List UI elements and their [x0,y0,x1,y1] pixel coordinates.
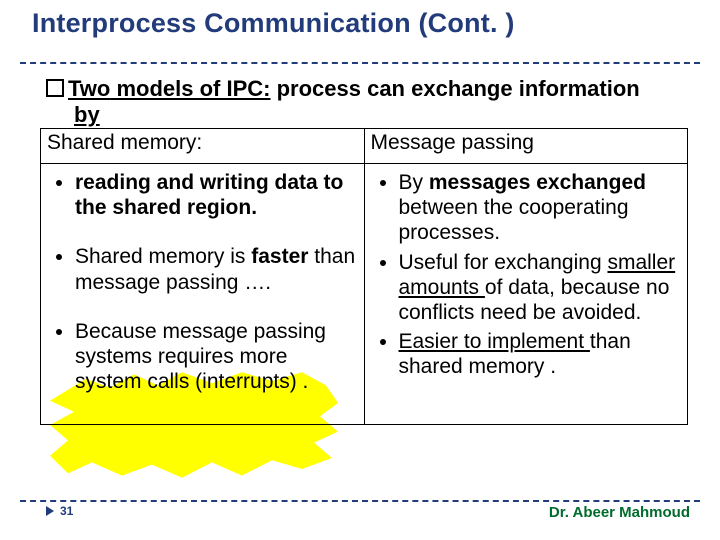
intro-models: models of IPC: [110,76,270,101]
left-cell: reading and writing data to the shared r… [41,164,365,425]
left-bullets: reading and writing data to the shared r… [47,170,358,394]
right-cell: By messages exchanged between the cooper… [364,164,688,425]
slide: Interprocess Communication (Cont. ) Two … [0,0,720,540]
ipc-table: Shared memory: Message passing reading a… [40,128,688,425]
intro-line-1: Two models of IPC: process can exchange … [46,76,640,102]
col-header-left: Shared memory: [41,129,365,164]
left-b2b: faster [251,245,308,268]
left-bullet-2: Shared memory is faster than message pas… [75,244,358,294]
triangle-icon [46,506,54,516]
right-b1a: By [399,171,429,194]
col-header-right: Message passing [364,129,688,164]
left-b1-text: reading and writing data to the shared r… [75,171,343,219]
left-b2a: Shared memory is [75,245,251,268]
slide-title: Interprocess Communication (Cont. ) [32,8,515,39]
footer-author: Dr. Abeer Mahmoud [549,504,690,521]
page-number: 31 [60,504,73,518]
right-b2a: Useful for exchanging [399,251,608,274]
divider-bottom [20,500,700,502]
right-bullet-3: Easier to implement than shared memory . [399,329,682,379]
right-b1c: between the cooperating processes. [399,196,629,244]
intro-two: Two [68,76,110,101]
right-bullet-2: Useful for exchanging smaller amounts of… [399,250,682,326]
right-b3a: Easier to implement [399,330,590,353]
checkbox-icon [46,79,64,97]
left-b3: Because message passing systems requires… [75,320,326,393]
footer-page: 31 [46,504,73,518]
right-b1b: messages exchanged [429,171,646,194]
left-bullet-1: reading and writing data to the shared r… [75,170,358,220]
right-bullet-1: By messages exchanged between the cooper… [399,170,682,246]
divider-top [20,62,700,64]
left-bullet-3: Because message passing systems requires… [75,319,358,395]
intro-rest: process can exchange information [270,76,639,101]
intro-by: by [74,102,100,128]
right-bullets: By messages exchanged between the cooper… [371,170,682,380]
